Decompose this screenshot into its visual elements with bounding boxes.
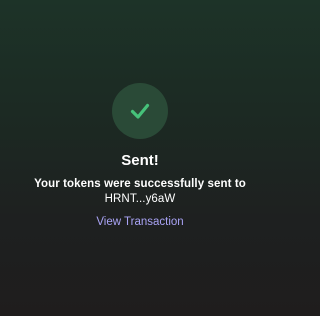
view-transaction-link[interactable]: View Transaction [90,213,190,231]
success-message-text: Your tokens were successfully sent to [34,178,246,190]
recipient-address: HRNT...y6aW [104,193,176,205]
success-badge [112,83,168,139]
success-title: Sent! [121,152,159,169]
success-message: Your tokens were successfully sent to HR… [10,177,270,207]
checkmark-icon [130,103,150,119]
send-success-panel: Sent! Your tokens were successfully sent… [0,0,280,316]
